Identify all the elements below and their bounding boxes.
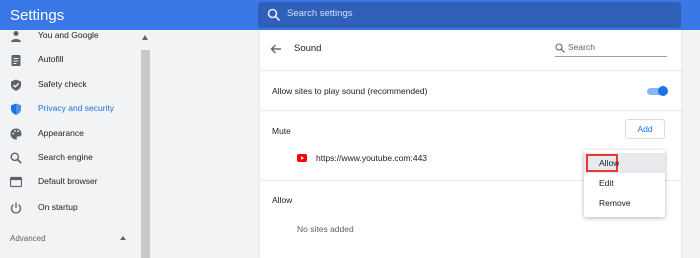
advanced-section-toggle[interactable]: Advanced xyxy=(10,234,46,243)
sidebar-item-privacy-and-security[interactable]: Privacy and security xyxy=(0,98,140,122)
back-arrow-icon[interactable] xyxy=(270,43,282,55)
sidebar-item-label: Default browser xyxy=(38,176,98,186)
menu-item-edit[interactable]: Edit xyxy=(584,173,665,193)
shield-icon xyxy=(11,103,21,115)
allow-sound-label: Allow sites to play sound (recommended) xyxy=(272,86,428,96)
settings-search-input[interactable]: Search settings xyxy=(258,2,681,28)
sidebar-item-label: You and Google xyxy=(38,30,99,40)
shield-check-icon xyxy=(11,79,21,91)
menu-item-label: Edit xyxy=(599,178,614,188)
sidebar-item-label: Appearance xyxy=(38,128,84,138)
search-placeholder: Search settings xyxy=(287,8,353,19)
sidebar-item-default-browser[interactable]: Default browser xyxy=(0,171,140,195)
clipboard-icon xyxy=(11,55,21,66)
sidebar-item-label: On startup xyxy=(38,202,78,212)
sidebar-item-label: Safety check xyxy=(38,79,87,89)
sidebar-item-label: Search engine xyxy=(38,152,93,162)
sidebar: You and Google Autofill Safety check Pri… xyxy=(0,30,150,258)
site-url: https://www.youtube.com:443 xyxy=(316,153,428,163)
mute-section-label: Mute xyxy=(272,126,291,136)
site-action-menu: Allow Edit Remove xyxy=(584,150,665,217)
browser-icon xyxy=(10,176,22,188)
sound-settings-card: Sound Search Allow sites to play sound (… xyxy=(260,30,681,258)
sidebar-scrollbar[interactable] xyxy=(141,50,150,258)
menu-item-label: Remove xyxy=(599,198,631,208)
divider xyxy=(260,110,681,111)
app-title: Settings xyxy=(10,7,65,24)
sidebar-item-appearance[interactable]: Appearance xyxy=(0,123,140,147)
add-mute-site-button[interactable]: Add xyxy=(625,119,665,139)
search-icon xyxy=(267,8,281,22)
scroll-up-arrow-icon[interactable] xyxy=(142,35,148,40)
sidebar-item-label: Privacy and security xyxy=(38,103,115,113)
allow-section-label: Allow xyxy=(272,195,293,205)
sidebar-item-label: Autofill xyxy=(38,54,64,64)
sidebar-item-you-and-google[interactable]: You and Google xyxy=(0,25,140,49)
sidebar-item-search-engine[interactable]: Search engine xyxy=(0,147,140,171)
sidebar-item-on-startup[interactable]: On startup xyxy=(0,197,140,221)
empty-list-text: No sites added xyxy=(297,224,354,234)
sidebar-item-safety-check[interactable]: Safety check xyxy=(0,74,140,98)
menu-item-label: Allow xyxy=(599,158,620,168)
chevron-up-icon[interactable] xyxy=(119,235,127,241)
search-icon xyxy=(10,152,22,164)
toggle-knob xyxy=(658,86,668,96)
allow-sound-toggle[interactable] xyxy=(647,86,669,96)
search-placeholder: Search xyxy=(568,42,595,52)
sidebar-item-autofill[interactable]: Autofill xyxy=(0,49,140,73)
menu-item-allow[interactable]: Allow xyxy=(584,153,665,173)
power-icon xyxy=(10,202,22,214)
youtube-icon xyxy=(297,154,307,162)
site-search-input[interactable]: Search xyxy=(555,41,667,57)
divider xyxy=(260,70,681,71)
search-icon xyxy=(555,43,565,53)
palette-icon xyxy=(10,128,22,140)
menu-item-remove[interactable]: Remove xyxy=(584,193,665,213)
person-icon xyxy=(11,31,21,42)
page-title: Sound xyxy=(294,43,322,54)
